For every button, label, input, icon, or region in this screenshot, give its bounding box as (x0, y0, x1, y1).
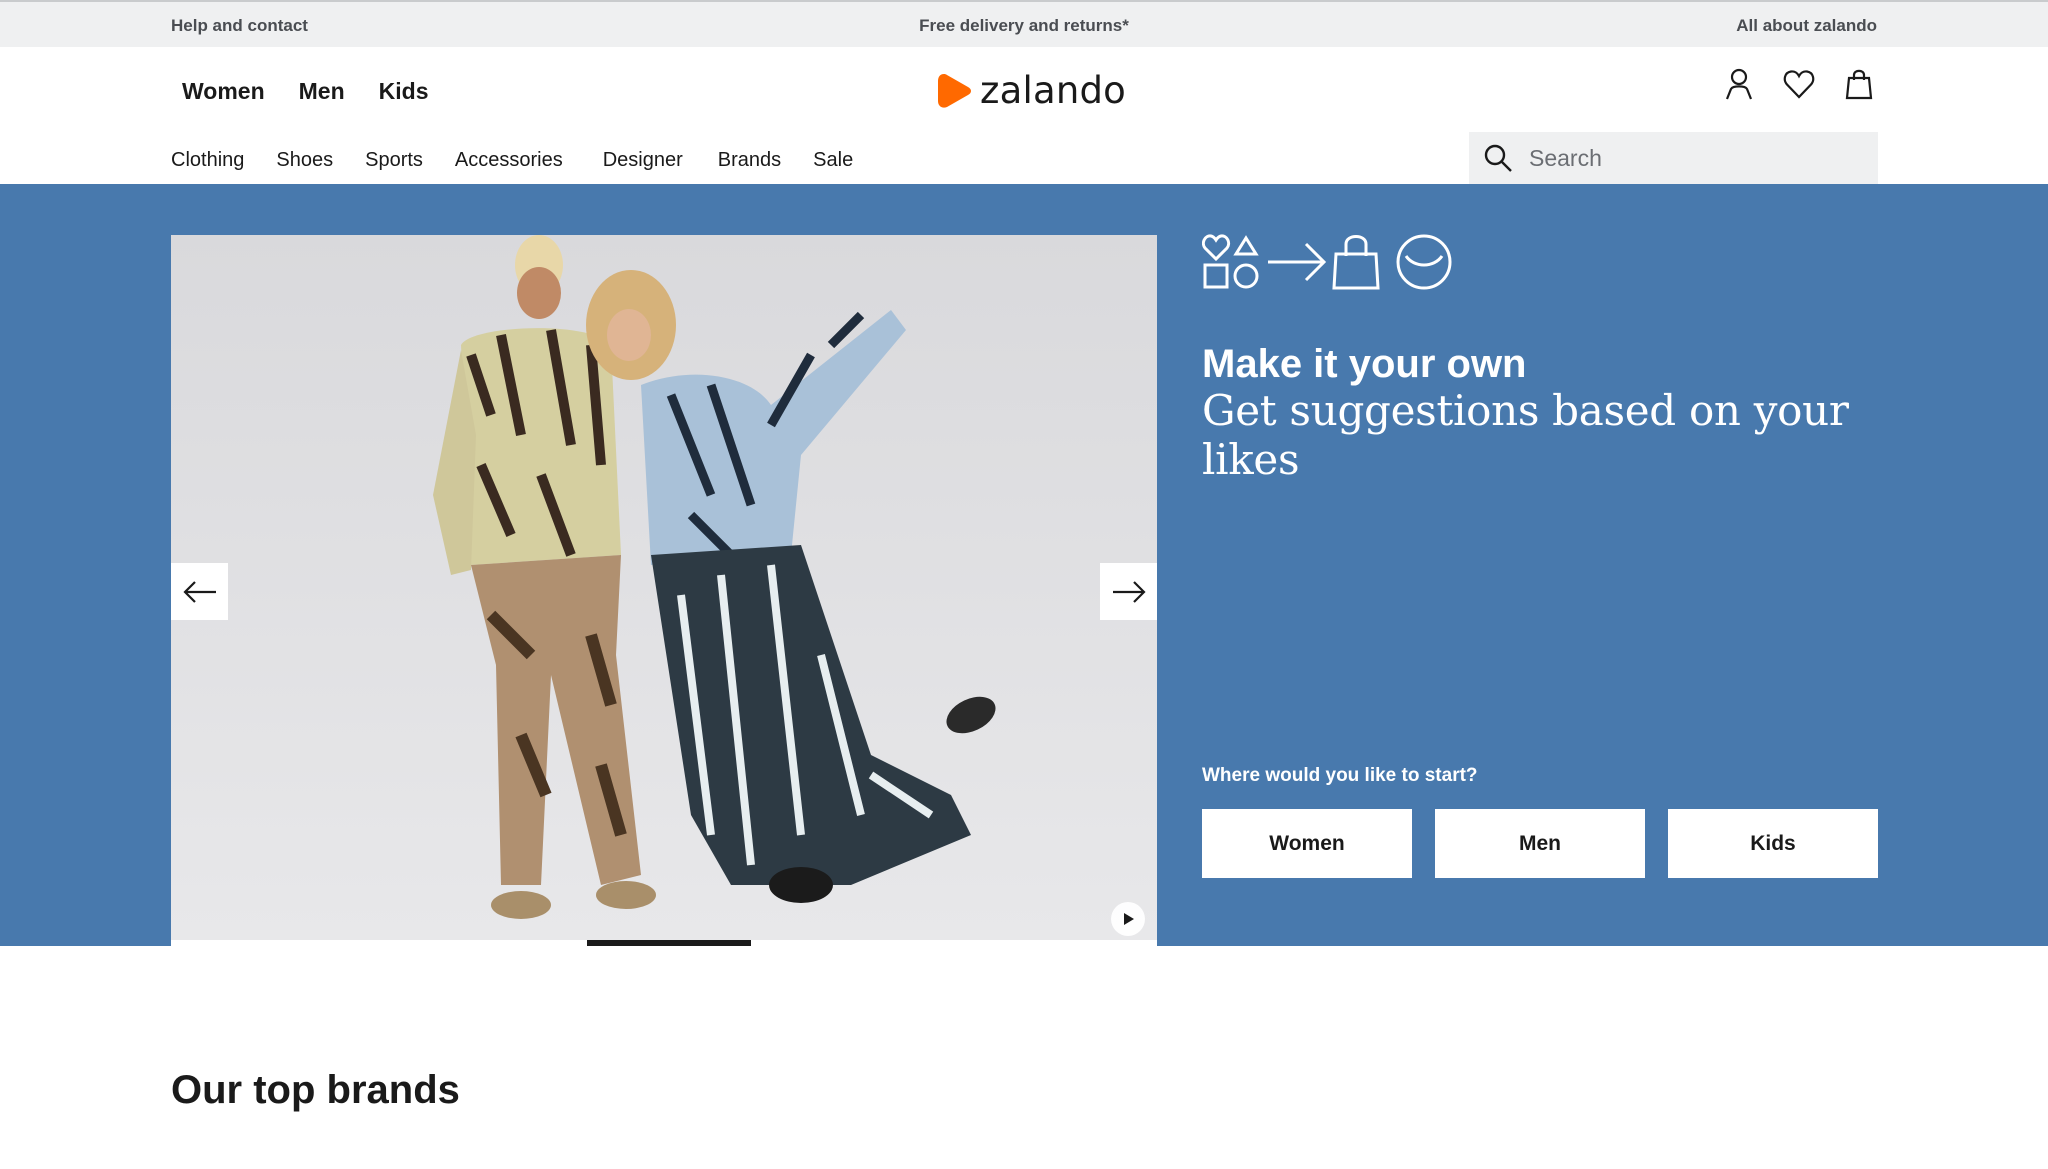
start-choices: Women Men Kids (1202, 809, 1878, 878)
arrow-left-icon (182, 580, 216, 603)
nav-sports[interactable]: Sports (365, 149, 423, 172)
logo-text: zalando (980, 69, 1127, 112)
start-women-button[interactable]: Women (1202, 809, 1412, 878)
personalization-icons (1202, 234, 1452, 290)
about-zalando-link[interactable]: All about zalando (1736, 16, 1877, 36)
nav-designer[interactable]: Designer (603, 149, 683, 172)
nav-women[interactable]: Women (182, 78, 265, 105)
top-brands-heading: Our top brands (171, 1068, 460, 1112)
nav-men[interactable]: Men (299, 78, 345, 105)
gender-nav: Women Men Kids (182, 78, 428, 105)
category-nav: Clothing Shoes Sports Accessories Design… (171, 149, 885, 172)
heart-icon[interactable] (1783, 67, 1815, 101)
site-header: Women Men Kids zalando Clothing Shoes Sp… (0, 47, 2048, 184)
carousel-progress-track (171, 940, 1157, 946)
utility-bar: Help and contact Free delivery and retur… (0, 0, 2048, 47)
carousel-prev-button[interactable] (171, 563, 228, 620)
arrow-right-icon (1112, 580, 1146, 603)
hero-banner: Make it your own Get suggestions based o… (0, 184, 2048, 946)
search-bar[interactable] (1469, 132, 1878, 184)
hero-photo (171, 235, 1157, 946)
hero-panel: Make it your own Get suggestions based o… (1202, 232, 1878, 932)
hero-title: Make it your own (1202, 342, 1527, 386)
zalando-logo[interactable]: zalando (936, 69, 1126, 112)
start-kids-button[interactable]: Kids (1668, 809, 1878, 878)
nav-kids[interactable]: Kids (379, 78, 429, 105)
search-input[interactable] (1529, 144, 1849, 172)
bag-icon[interactable] (1843, 67, 1875, 101)
video-play-button[interactable] (1111, 902, 1145, 936)
user-icon[interactable] (1723, 67, 1755, 101)
header-icons (1723, 67, 1875, 101)
zalando-logo-mark-icon (938, 73, 971, 108)
search-icon (1484, 144, 1512, 172)
start-question: Where would you like to start? (1202, 765, 1478, 786)
play-icon (1124, 913, 1134, 925)
hero-subtitle: Get suggestions based on your likes (1202, 386, 1849, 484)
carousel-progress-fill (586, 940, 752, 946)
nav-accessories[interactable]: Accessories (455, 149, 563, 172)
carousel-next-button[interactable] (1100, 563, 1157, 620)
hero-carousel-image[interactable] (171, 235, 1157, 946)
nav-clothing[interactable]: Clothing (171, 149, 244, 172)
start-men-button[interactable]: Men (1435, 809, 1645, 878)
nav-brands[interactable]: Brands (718, 149, 781, 172)
nav-shoes[interactable]: Shoes (276, 149, 333, 172)
nav-sale[interactable]: Sale (813, 149, 853, 172)
